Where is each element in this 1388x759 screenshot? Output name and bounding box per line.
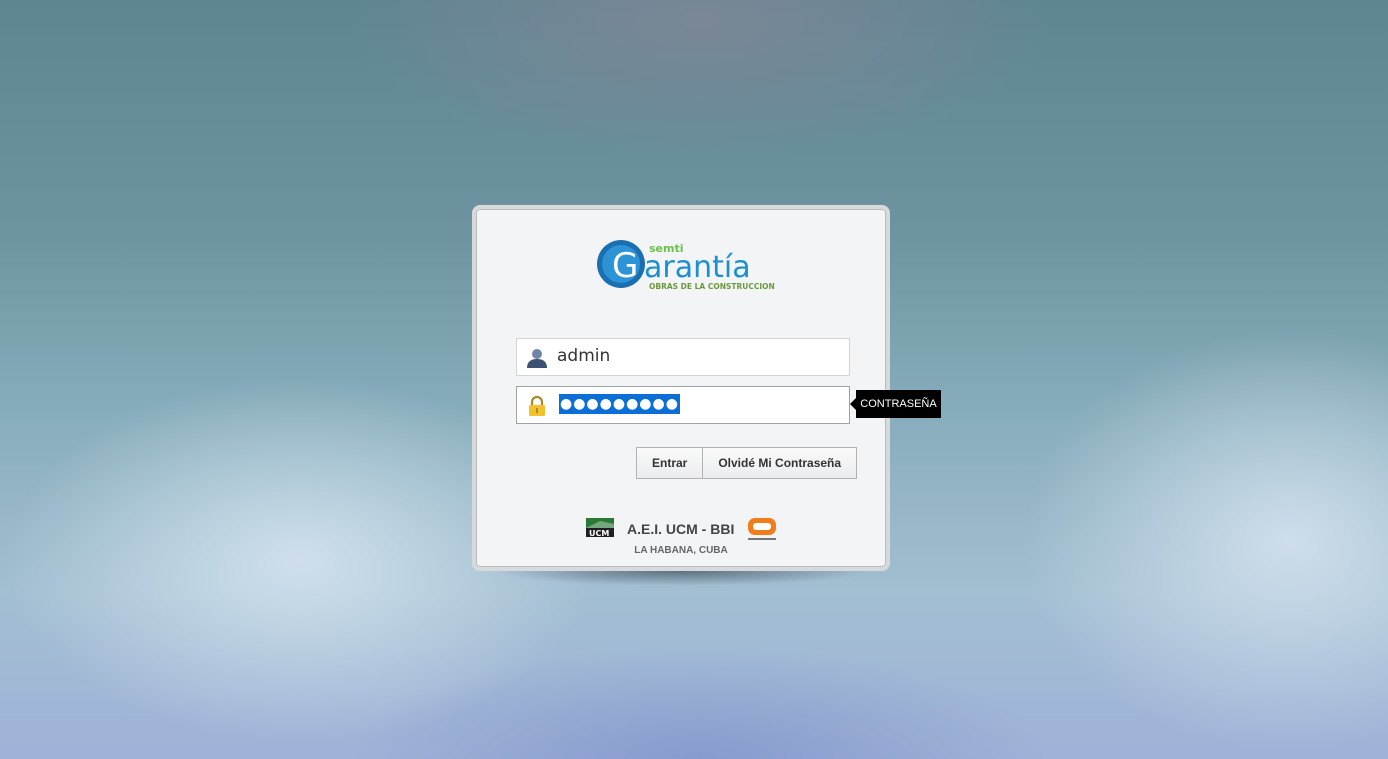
user-icon [527, 349, 547, 368]
logo-wordmark: arantía [644, 250, 751, 285]
username-input[interactable] [557, 343, 837, 369]
button-group: Entrar Olvidé Mi Contraseña [636, 447, 858, 479]
username-field[interactable] [516, 338, 850, 376]
ucm-label: UCM [589, 529, 609, 538]
company-name: A.E.I. UCM - BBI [627, 521, 735, 537]
password-input[interactable]: ●●●●●●●●● [559, 394, 680, 414]
password-field[interactable]: ●●●●●●●●● [516, 386, 850, 424]
submit-button[interactable]: Entrar [637, 448, 702, 478]
lock-icon [529, 395, 545, 416]
semti-garantia-logo: G semti arantía OBRAS DE LA CONSTRUCCION [597, 240, 775, 291]
company-location: LA HABANA, CUBA [634, 545, 728, 556]
ucm-logo: UCM [586, 518, 614, 538]
bbi-logo [748, 518, 776, 540]
login-card: G semti arantía OBRAS DE LA CONSTRUCCION… [472, 205, 890, 571]
logo-tagline: OBRAS DE LA CONSTRUCCION [649, 282, 775, 291]
forgot-password-button[interactable]: Olvidé Mi Contraseña [702, 448, 856, 478]
password-tooltip: CONTRASEÑA [850, 390, 941, 418]
logo-initial: G [612, 246, 638, 286]
